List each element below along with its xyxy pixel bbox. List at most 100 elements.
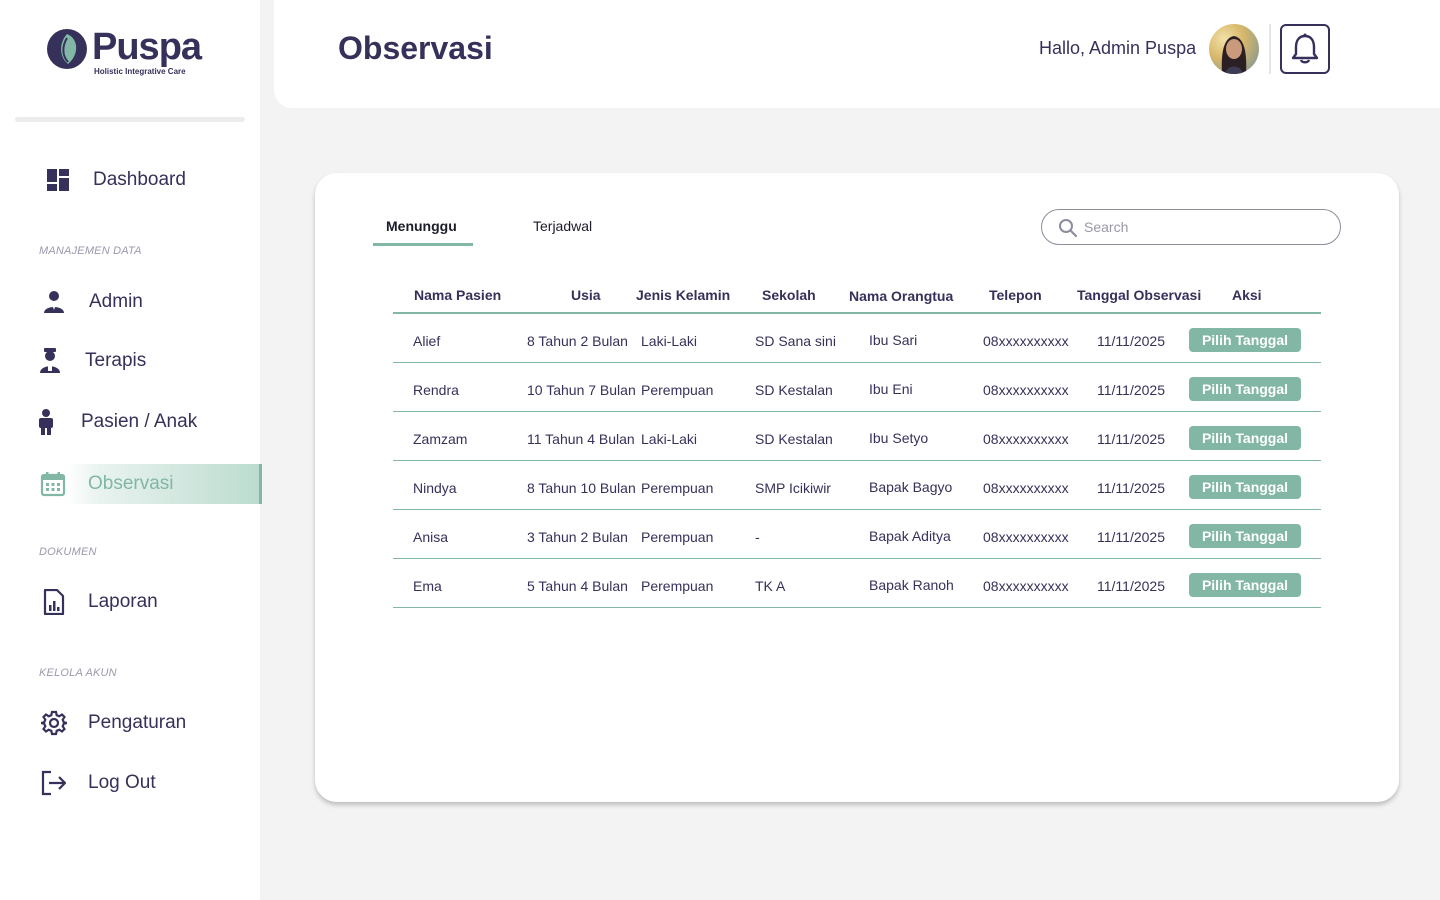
puspa-logo[interactable]: Puspa Holistic Integrative Care: [46, 26, 202, 76]
cell-nama-pasien: Anisa: [413, 529, 449, 545]
gear-icon: [40, 709, 68, 737]
pilih-tanggal-button[interactable]: Pilih Tanggal: [1189, 573, 1301, 597]
table-row: Anisa 3 Tahun 2 Bulan Perempuan - Bapak …: [393, 510, 1321, 559]
cell-telepon: 08xxxxxxxxxx: [983, 578, 1069, 594]
pilih-tanggal-button[interactable]: Pilih Tanggal: [1189, 524, 1301, 548]
brand-name: Puspa: [92, 26, 202, 68]
observasi-card: Menunggu Terjadwal Nama Pasien Usia Jeni…: [315, 173, 1399, 802]
cell-tanggal-observasi: 11/11/2025: [1097, 382, 1165, 398]
avatar[interactable]: [1209, 24, 1259, 74]
cell-nama-pasien: Ema: [413, 578, 442, 594]
cell-usia: 3 Tahun 2 Bulan: [527, 529, 628, 545]
cell-jenis-kelamin: Laki-Laki: [641, 431, 698, 447]
column-header-usia[interactable]: Usia: [571, 287, 601, 303]
search-icon: [1059, 219, 1078, 238]
cell-telepon: 08xxxxxxxxxx: [983, 431, 1069, 447]
cell-usia: 5 Tahun 4 Bulan: [527, 578, 628, 594]
sidebar: Puspa Holistic Integrative Care Dashboar…: [0, 0, 262, 900]
pilih-tanggal-button[interactable]: Pilih Tanggal: [1189, 426, 1301, 450]
column-header-jenis-kelamin[interactable]: Jenis Kelamin: [636, 287, 730, 303]
sidebar-item-logout[interactable]: Log Out: [0, 763, 262, 803]
sidebar-item-pengaturan[interactable]: Pengaturan: [0, 703, 262, 743]
column-header-sekolah[interactable]: Sekolah: [762, 287, 816, 303]
sidebar-item-label: Laporan: [88, 591, 158, 612]
sidebar-item-label: Dashboard: [93, 169, 186, 190]
pilih-tanggal-button[interactable]: Pilih Tanggal: [1189, 377, 1301, 401]
cell-jenis-kelamin: Perempuan: [641, 480, 714, 496]
report-file-icon: [40, 588, 68, 616]
pilih-tanggal-button[interactable]: Pilih Tanggal: [1189, 475, 1301, 499]
cell-nama-pasien: Nindya: [413, 480, 457, 496]
cell-nama-orangtua: Ibu Eni: [869, 381, 913, 397]
cell-usia: 8 Tahun 10 Bulan: [527, 480, 636, 496]
sidebar-item-dashboard[interactable]: Dashboard: [0, 160, 262, 200]
table-row: Nindya 8 Tahun 10 Bulan Perempuan SMP Ic…: [393, 461, 1321, 510]
sidebar-item-laporan[interactable]: Laporan: [0, 582, 262, 622]
section-label-docs: DOKUMEN: [39, 546, 97, 558]
column-header-tanggal-observasi[interactable]: Tanggal Observasi: [1077, 287, 1201, 303]
cell-tanggal-observasi: 11/11/2025: [1097, 578, 1165, 594]
logout-icon: [40, 769, 68, 797]
column-header-aksi: Aksi: [1232, 287, 1262, 303]
table-row: Ema 5 Tahun 4 Bulan Perempuan TK A Bapak…: [393, 559, 1321, 608]
column-header-nama-pasien[interactable]: Nama Pasien: [414, 287, 501, 303]
cell-jenis-kelamin: Laki-Laki: [641, 333, 698, 349]
cell-jenis-kelamin: Perempuan: [641, 578, 714, 594]
cell-usia: 11 Tahun 4 Bulan: [527, 431, 635, 447]
section-label-account: KELOLA AKUN: [39, 667, 117, 679]
cell-sekolah: SD Kestalan: [755, 431, 833, 447]
sidebar-item-terapis[interactable]: Terapis: [0, 341, 262, 381]
section-label-data: MANAJEMEN DATA: [39, 245, 142, 257]
greeting-text: Hallo, Admin Puspa: [1039, 38, 1197, 58]
logo-text: Puspa Holistic Integrative Care: [92, 26, 202, 76]
table-row: Rendra 10 Tahun 7 Bulan Perempuan SD Kes…: [393, 363, 1321, 412]
bell-icon: [1291, 33, 1319, 64]
cell-nama-orangtua: Ibu Setyo: [869, 430, 929, 446]
tab-terjadwal[interactable]: Terjadwal: [533, 218, 592, 234]
sidebar-item-label: Pasien / Anak: [81, 411, 198, 432]
sidebar-item-label: Terapis: [85, 350, 147, 371]
cell-tanggal-observasi: 11/11/2025: [1097, 431, 1165, 447]
sidebar-item-pasien[interactable]: Pasien / Anak: [0, 402, 262, 442]
cell-telepon: 08xxxxxxxxxx: [983, 529, 1069, 545]
cell-tanggal-observasi: 11/11/2025: [1097, 529, 1165, 545]
admin-user-icon: [40, 288, 68, 316]
page-title: Observasi: [338, 30, 493, 66]
dashboard-icon: [44, 166, 72, 194]
cell-sekolah: SMP Icikiwir: [755, 480, 831, 496]
search-input[interactable]: [1084, 217, 1324, 237]
table-row: Alief 8 Tahun 2 Bulan Laki-Laki SD Sana …: [393, 314, 1321, 363]
cell-sekolah: TK A: [755, 578, 786, 594]
header-divider: [1269, 24, 1271, 74]
cell-jenis-kelamin: Perempuan: [641, 382, 714, 398]
cell-nama-pasien: Alief: [413, 333, 441, 349]
sidebar-item-observasi[interactable]: Observasi: [0, 464, 262, 504]
column-header-telepon[interactable]: Telepon: [989, 287, 1042, 303]
sidebar-item-label: Admin: [89, 291, 143, 312]
cell-sekolah: SD Sana sini: [755, 333, 836, 349]
sidebar-item-admin[interactable]: Admin: [0, 282, 262, 322]
cell-nama-orangtua: Bapak Aditya: [869, 528, 951, 544]
active-tab-indicator: [373, 243, 473, 246]
cell-jenis-kelamin: Perempuan: [641, 529, 714, 545]
table-header: Nama Pasien Usia Jenis Kelamin Sekolah N…: [393, 273, 1321, 314]
cell-nama-pasien: Zamzam: [413, 431, 468, 447]
calendar-icon: [39, 470, 67, 498]
notification-button[interactable]: [1280, 24, 1330, 74]
sidebar-item-label: Observasi: [88, 473, 174, 494]
sidebar-divider: [15, 117, 245, 122]
cell-nama-orangtua: Bapak Ranoh: [869, 577, 954, 593]
observasi-table: Nama Pasien Usia Jenis Kelamin Sekolah N…: [393, 273, 1321, 608]
therapist-icon: [36, 347, 64, 375]
column-header-nama-orangtua[interactable]: Nama Orangtua: [849, 288, 953, 304]
tab-menunggu[interactable]: Menunggu: [386, 218, 457, 234]
cell-usia: 8 Tahun 2 Bulan: [527, 333, 628, 349]
sidebar-item-label: Log Out: [88, 772, 156, 793]
puspa-logo-mark: [47, 29, 87, 69]
cell-nama-orangtua: Ibu Sari: [869, 332, 918, 348]
cell-nama-orangtua: Bapak Bagyo: [869, 479, 953, 495]
pilih-tanggal-button[interactable]: Pilih Tanggal: [1189, 328, 1301, 352]
cell-sekolah: SD Kestalan: [755, 382, 833, 398]
search-box[interactable]: [1041, 209, 1341, 245]
cell-tanggal-observasi: 11/11/2025: [1097, 480, 1165, 496]
